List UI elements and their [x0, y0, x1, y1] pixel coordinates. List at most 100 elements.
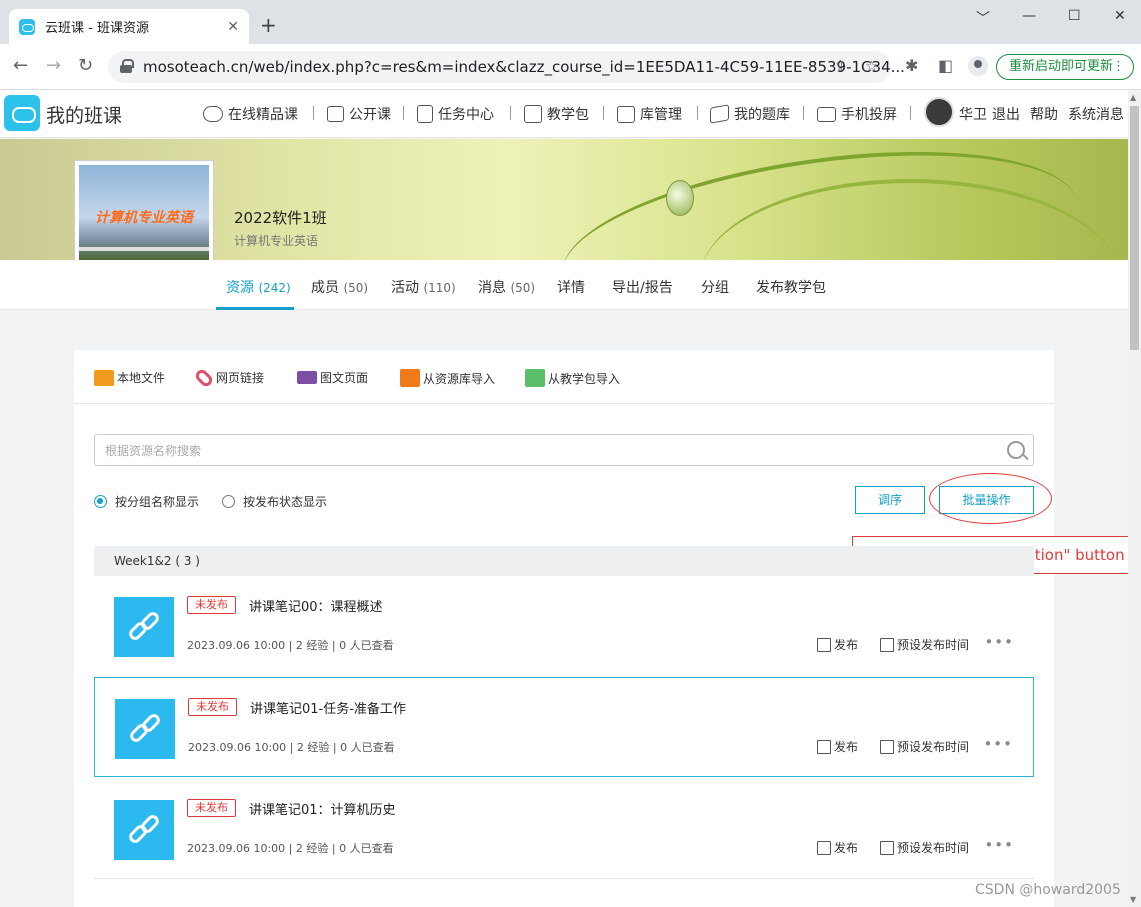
tab-messages[interactable]: 消息 (50)	[478, 277, 535, 297]
resource-meta: 2023.09.06 10:00 | 2 经验 | 0 人已查看	[188, 741, 395, 754]
more-icon[interactable]: •••	[984, 633, 1014, 651]
archive-icon	[617, 105, 635, 123]
box-icon	[524, 105, 542, 123]
resource-row[interactable]: 未发布 讲课笔记01：计算机历史 2023.09.06 10:00 | 2 经验…	[94, 779, 1034, 879]
search-input[interactable]	[105, 441, 985, 461]
play-icon	[327, 106, 344, 122]
system-messages-link[interactable]: 系统消息	[1068, 104, 1124, 124]
share-icon[interactable]: ⇪	[834, 57, 847, 75]
close-icon[interactable]: ✕	[227, 19, 239, 35]
schedule-publish-button[interactable]: 预设发布时间	[880, 738, 969, 755]
nav-question-bank[interactable]: 我的题库	[710, 104, 790, 124]
calendar-icon	[880, 637, 894, 652]
extensions-icon[interactable]: ✱	[905, 56, 918, 75]
scroll-down-icon[interactable]: ▼	[1130, 895, 1136, 904]
site-title[interactable]: 我的班课	[46, 101, 122, 128]
back-icon[interactable]: ←	[13, 56, 28, 76]
radio-checked-icon	[94, 495, 107, 508]
layers-icon	[710, 104, 729, 124]
profile-icon[interactable]	[968, 56, 988, 76]
forward-icon[interactable]: →	[46, 56, 61, 76]
new-tab-button[interactable]: +	[260, 15, 277, 35]
status-badge: 未发布	[187, 799, 236, 817]
nav-online-course[interactable]: 在线精品课	[203, 104, 298, 124]
resource-meta: 2023.09.06 10:00 | 2 经验 | 0 人已查看	[187, 639, 394, 652]
reorder-button[interactable]: 调序	[855, 486, 925, 514]
resource-title[interactable]: 讲课笔记01-任务-准备工作	[250, 698, 406, 717]
radio-unchecked-icon	[222, 495, 235, 508]
resource-title[interactable]: 讲课笔记00：课程概述	[249, 596, 383, 615]
user-name[interactable]: 华卫	[959, 104, 987, 124]
status-badge: 未发布	[187, 596, 236, 614]
update-button[interactable]: 重新启动即可更新 ⋮	[996, 54, 1134, 80]
radio-by-status[interactable]: 按发布状态显示	[222, 493, 327, 510]
cover-text: 计算机专业英语	[95, 210, 193, 226]
edit-icon	[817, 840, 831, 855]
more-icon[interactable]: •••	[984, 836, 1014, 854]
logout-link[interactable]: 退出	[992, 104, 1020, 124]
help-link[interactable]: 帮助	[1030, 104, 1058, 124]
nav-divider	[910, 106, 911, 120]
publish-button[interactable]: 发布	[817, 636, 858, 653]
upload-local-file[interactable]: 本地文件	[94, 369, 165, 386]
upload-rich-page[interactable]: 图文页面	[297, 369, 368, 386]
window-close-button[interactable]: ✕	[1114, 8, 1126, 24]
reload-icon[interactable]: ↻	[78, 56, 93, 76]
calendar-icon	[880, 739, 894, 754]
logo-icon[interactable]	[4, 95, 40, 131]
tab-search-icon[interactable]: ﹀	[976, 8, 990, 28]
lock-icon[interactable]	[120, 59, 134, 73]
upload-toolbar: 本地文件 网页链接 图文页面 从资源库导入 从教学包导入	[74, 350, 1054, 404]
import-from-package[interactable]: 从教学包导入	[525, 369, 620, 387]
tab-groups[interactable]: 分组	[701, 277, 729, 297]
minimize-button[interactable]: —	[1022, 8, 1036, 24]
side-panel-icon[interactable]: ◧	[938, 56, 953, 75]
avatar[interactable]	[924, 97, 954, 127]
tab-publish-package[interactable]: 发布教学包	[756, 277, 826, 297]
water-drop-decoration	[666, 180, 694, 216]
resource-title[interactable]: 讲课笔记01：计算机历史	[249, 799, 396, 818]
package-icon	[525, 369, 545, 387]
maximize-button[interactable]: ☐	[1068, 8, 1081, 24]
watermark: CSDN @howard2005	[975, 882, 1121, 898]
nav-screen-cast[interactable]: 手机投屏	[817, 104, 897, 124]
group-header[interactable]: Week1&2 ( 3 )	[94, 546, 1034, 576]
nav-divider	[803, 106, 804, 120]
upload-web-link[interactable]: 网页链接	[193, 366, 264, 389]
nav-library[interactable]: 库管理	[617, 104, 682, 124]
article-icon	[297, 371, 317, 384]
tab-details[interactable]: 详情	[557, 277, 585, 297]
resource-row[interactable]: 未发布 讲课笔记01-任务-准备工作 2023.09.06 10:00 | 2 …	[94, 677, 1034, 777]
annotation-circle	[929, 473, 1052, 524]
menu-icon: ⋮	[1112, 59, 1125, 74]
radio-by-group[interactable]: 按分组名称显示	[94, 493, 199, 510]
tab-activities[interactable]: 活动 (110)	[391, 277, 456, 297]
publish-button[interactable]: 发布	[817, 839, 858, 856]
clipboard-icon	[417, 105, 433, 123]
tab-members[interactable]: 成员 (50)	[311, 277, 368, 297]
nav-open-course[interactable]: 公开课	[327, 104, 391, 124]
bridge-decoration	[79, 247, 209, 251]
active-tab-indicator	[216, 307, 294, 310]
address-bar[interactable]: mosoteach.cn/web/index.php?c=res&m=index…	[108, 51, 905, 83]
search-icon[interactable]	[1007, 441, 1025, 459]
resource-row[interactable]: 未发布 讲课笔记00：课程概述 2023.09.06 10:00 | 2 经验 …	[94, 576, 1034, 676]
schedule-publish-button[interactable]: 预设发布时间	[880, 839, 969, 856]
nav-teaching-package[interactable]: 教学包	[524, 104, 589, 124]
scrollbar-thumb[interactable]	[1130, 106, 1139, 350]
publish-button[interactable]: 发布	[817, 738, 858, 755]
edit-icon	[817, 739, 831, 754]
tab-resources[interactable]: 资源 (242)	[226, 277, 291, 297]
nav-task-center[interactable]: 任务中心	[417, 104, 494, 124]
schedule-publish-button[interactable]: 预设发布时间	[880, 636, 969, 653]
update-label: 重新启动即可更新	[1009, 59, 1114, 74]
tab-export-report[interactable]: 导出/报告	[612, 277, 673, 297]
class-name: 2022软件1班	[234, 209, 327, 227]
link-icon	[193, 366, 215, 389]
url-text[interactable]: mosoteach.cn/web/index.php?c=res&m=index…	[143, 58, 905, 76]
more-icon[interactable]: •••	[983, 735, 1013, 753]
star-icon[interactable]: ☆	[865, 57, 878, 75]
browser-tab[interactable]: 云班课 - 班课资源 ✕	[9, 9, 249, 44]
import-from-library[interactable]: 从资源库导入	[400, 369, 495, 387]
scroll-up-icon[interactable]: ▲	[1130, 93, 1136, 102]
